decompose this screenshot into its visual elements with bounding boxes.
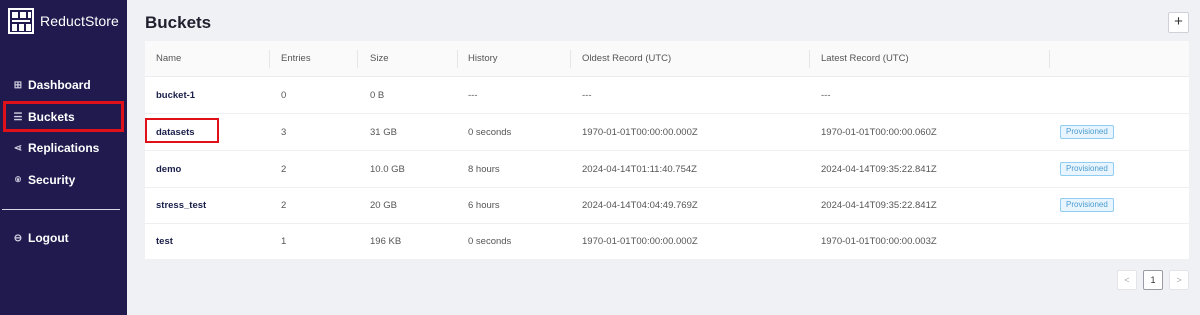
bucket-name-link[interactable]: test xyxy=(156,236,173,247)
add-bucket-button[interactable]: + xyxy=(1168,12,1189,33)
provisioned-badge: Provisioned xyxy=(1060,125,1114,139)
size-cell: 20 GB xyxy=(370,200,397,211)
oldest-record-cell: 1970-01-01T00:00:00.000Z xyxy=(582,127,698,138)
lock-icon: ⍟ xyxy=(15,174,21,186)
column-header-history[interactable]: History xyxy=(468,53,498,64)
sidebar-divider xyxy=(2,209,120,210)
history-cell: 8 hours xyxy=(468,164,500,175)
history-cell: 0 seconds xyxy=(468,236,512,247)
bucket-name-link[interactable]: demo xyxy=(156,164,181,175)
size-cell: 0 B xyxy=(370,90,385,101)
column-header-name[interactable]: Name xyxy=(156,53,181,64)
column-divider xyxy=(809,50,810,68)
pagination-next-button[interactable]: > xyxy=(1169,270,1189,290)
column-divider xyxy=(357,50,358,68)
column-header-size[interactable]: Size xyxy=(370,53,388,64)
sidebar-item-security[interactable]: ⍟ Security xyxy=(12,170,75,190)
sidebar-item-replications[interactable]: ⋖ Replications xyxy=(12,138,100,158)
entries-cell: 2 xyxy=(281,200,287,211)
pagination-prev-button[interactable]: < xyxy=(1117,270,1137,290)
size-cell: 10.0 GB xyxy=(370,164,405,175)
size-cell: 31 GB xyxy=(370,127,397,138)
entries-cell: 2 xyxy=(281,164,287,175)
provisioned-badge: Provisioned xyxy=(1060,162,1114,176)
history-cell: 0 seconds xyxy=(468,127,512,138)
sidebar-item-label: Replications xyxy=(28,141,100,155)
entries-cell: 0 xyxy=(281,90,287,101)
column-divider xyxy=(457,50,458,68)
sidebar: ReductStore ⊞ Dashboard ☰ Buckets ⋖ Repl… xyxy=(0,0,127,315)
table-row[interactable]: demo 2 10.0 GB 8 hours 2024-04-14T01:11:… xyxy=(145,151,1189,188)
app-name: ReductStore xyxy=(40,13,119,29)
selected-bucket-highlight xyxy=(145,118,219,143)
entries-cell: 1 xyxy=(281,236,287,247)
page-title: Buckets xyxy=(145,13,212,32)
history-cell: --- xyxy=(468,90,478,101)
entries-cell: 3 xyxy=(281,127,287,138)
logout-icon: ⊖ xyxy=(13,232,23,244)
table-header: Name Entries Size History Oldest Record … xyxy=(145,41,1189,77)
sidebar-item-label: Logout xyxy=(28,231,69,245)
column-divider xyxy=(1049,50,1050,68)
sidebar-item-logout[interactable]: ⊖ Logout xyxy=(12,228,69,248)
app-logo[interactable]: ReductStore xyxy=(8,6,119,36)
size-cell: 196 KB xyxy=(370,236,402,247)
provisioned-badge: Provisioned xyxy=(1060,198,1114,212)
buckets-table: Name Entries Size History Oldest Record … xyxy=(145,41,1189,259)
oldest-record-cell: 2024-04-14T01:11:40.754Z xyxy=(582,164,697,175)
sidebar-item-label: Security xyxy=(28,173,76,187)
latest-record-cell: 1970-01-01T00:00:00.003Z xyxy=(821,236,937,247)
share-icon: ⋖ xyxy=(13,142,23,154)
active-item-highlight xyxy=(3,101,124,132)
table-row[interactable]: stress_test 2 20 GB 6 hours 2024-04-14T0… xyxy=(145,187,1189,224)
dashboard-icon: ⊞ xyxy=(13,79,23,91)
column-divider xyxy=(269,50,270,68)
table-row[interactable]: datasets 3 31 GB 0 seconds 1970-01-01T00… xyxy=(145,114,1189,151)
column-divider xyxy=(570,50,571,68)
column-header-oldest-record[interactable]: Oldest Record (UTC) xyxy=(582,53,671,64)
oldest-record-cell: 1970-01-01T00:00:00.000Z xyxy=(582,236,698,247)
oldest-record-cell: --- xyxy=(582,90,592,101)
table-row[interactable]: test 1 196 KB 0 seconds 1970-01-01T00:00… xyxy=(145,223,1189,259)
column-header-entries[interactable]: Entries xyxy=(281,53,311,64)
latest-record-cell: 2024-04-14T09:35:22.841Z xyxy=(821,164,937,175)
column-header-latest-record[interactable]: Latest Record (UTC) xyxy=(821,53,909,64)
latest-record-cell: 1970-01-01T00:00:00.060Z xyxy=(821,127,937,138)
sidebar-item-dashboard[interactable]: ⊞ Dashboard xyxy=(12,75,91,95)
table-row[interactable]: bucket-1 0 0 B --- --- --- xyxy=(145,77,1189,114)
pagination-page-button[interactable]: 1 xyxy=(1143,270,1163,290)
latest-record-cell: 2024-04-14T09:35:22.841Z xyxy=(821,200,937,211)
bucket-name-link[interactable]: bucket-1 xyxy=(156,90,195,101)
bucket-name-link[interactable]: stress_test xyxy=(156,200,206,211)
latest-record-cell: --- xyxy=(821,90,831,101)
oldest-record-cell: 2024-04-14T04:04:49.769Z xyxy=(582,200,698,211)
sidebar-item-label: Dashboard xyxy=(28,78,91,92)
history-cell: 6 hours xyxy=(468,200,500,211)
logo-icon xyxy=(8,8,34,34)
